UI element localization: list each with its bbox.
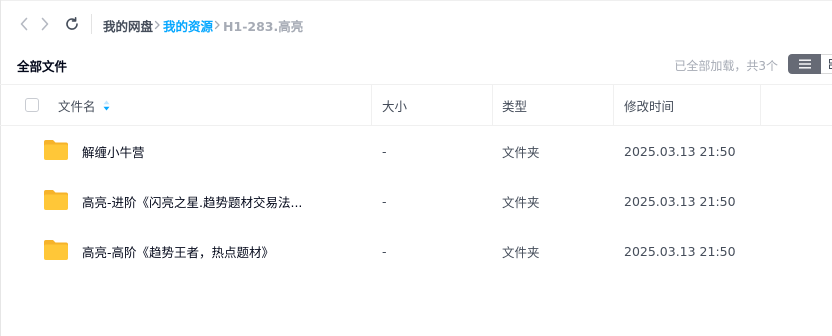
list-icon	[798, 59, 811, 69]
column-header-name[interactable]: 文件名	[58, 85, 110, 126]
chevron-right-icon	[154, 20, 161, 30]
list-view-button[interactable]	[788, 54, 821, 74]
file-row[interactable]: 高亮-高阶《趋势王者，热点题材》 - 文件夹 2025.03.13 21:50	[0, 226, 832, 276]
column-divider	[760, 85, 761, 126]
column-modified-label: 修改时间	[624, 99, 675, 114]
breadcrumb-current: H1-283.高亮	[223, 18, 304, 34]
column-divider	[492, 85, 493, 126]
file-type: 文件夹	[502, 194, 540, 210]
select-all-checkbox[interactable]	[25, 98, 39, 112]
column-header-size[interactable]: 大小	[382, 85, 407, 126]
file-name[interactable]: 高亮-进阶《闪亮之星.趋势题材交易法...	[82, 176, 302, 226]
folder-icon	[43, 189, 69, 215]
nav-divider	[91, 14, 92, 34]
file-row[interactable]: 解缠小牛营 - 文件夹 2025.03.13 21:50	[0, 126, 832, 176]
file-toolbar: 全部文件 已全部加载，共3个	[0, 48, 832, 84]
forward-button[interactable]	[35, 14, 55, 34]
folder-icon	[43, 239, 69, 265]
view-mode-toggle	[788, 54, 832, 74]
chevron-right-icon	[41, 17, 49, 31]
all-files-title: 全部文件	[17, 59, 68, 74]
chevron-left-icon	[20, 17, 28, 31]
file-modified-time: 2025.03.13 21:50	[624, 193, 736, 209]
folder-icon	[43, 139, 69, 165]
sort-icon[interactable]	[103, 100, 110, 111]
file-row[interactable]: 高亮-进阶《闪亮之星.趋势题材交易法... - 文件夹 2025.03.13 2…	[0, 176, 832, 226]
refresh-icon	[66, 17, 78, 30]
file-size: -	[382, 243, 387, 259]
file-modified-time: 2025.03.13 21:50	[624, 143, 736, 159]
column-header-modified[interactable]: 修改时间	[624, 85, 674, 126]
chevron-right-icon	[214, 20, 221, 30]
column-header-type[interactable]: 类型	[502, 85, 527, 126]
column-divider	[613, 85, 614, 126]
file-type: 文件夹	[502, 244, 540, 260]
back-button[interactable]	[14, 14, 34, 34]
file-type: 文件夹	[502, 144, 540, 160]
file-name[interactable]: 高亮-高阶《趋势王者，热点题材》	[82, 226, 274, 276]
load-status: 已全部加载，共3个	[674, 59, 778, 73]
breadcrumb-parent[interactable]: 我的资源	[163, 16, 213, 35]
file-size: -	[382, 143, 387, 159]
navigation-bar: 我的网盘 我的资源 H1-283.高亮	[0, 0, 832, 48]
column-divider	[371, 85, 372, 126]
breadcrumb: 我的网盘 我的资源 H1-283.高亮	[103, 15, 303, 35]
file-modified-time: 2025.03.13 21:50	[624, 243, 736, 259]
column-size-label: 大小	[382, 99, 408, 114]
column-type-label: 类型	[502, 99, 528, 114]
grid-view-button[interactable]	[821, 54, 832, 74]
breadcrumb-root[interactable]: 我的网盘	[103, 16, 153, 35]
file-size: -	[382, 193, 387, 209]
file-table-header: 文件名 大小 类型 修改时间	[0, 84, 832, 126]
column-name-label: 文件名	[58, 99, 96, 114]
refresh-button[interactable]	[62, 14, 82, 34]
file-name[interactable]: 解缠小牛营	[82, 126, 145, 176]
